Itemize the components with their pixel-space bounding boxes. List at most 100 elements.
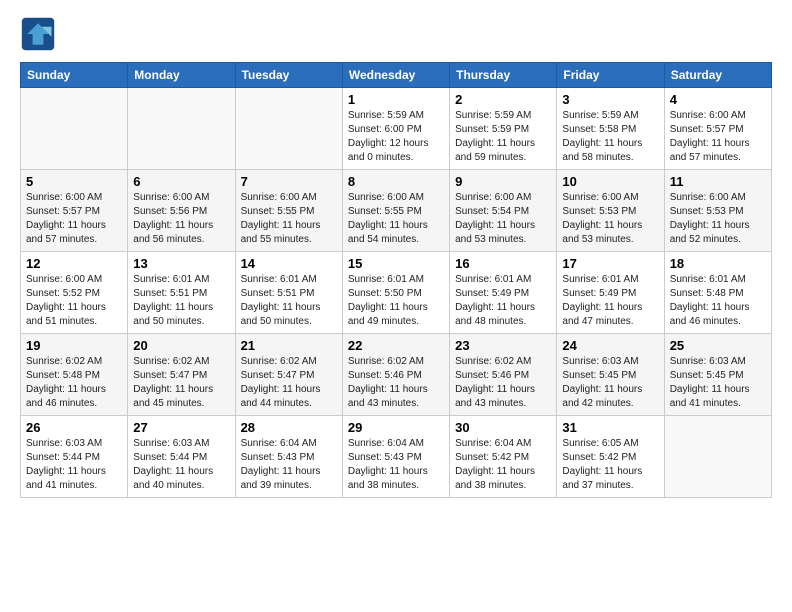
calendar-cell: 28 Sunrise: 6:04 AM Sunset: 5:43 PM Dayli… <box>235 416 342 498</box>
day-header-thursday: Thursday <box>450 63 557 88</box>
day-header-tuesday: Tuesday <box>235 63 342 88</box>
calendar-cell: 25 Sunrise: 6:03 AM Sunset: 5:45 PM Dayli… <box>664 334 771 416</box>
day-number: 31 <box>562 420 658 435</box>
day-number: 23 <box>455 338 551 353</box>
cell-info: Sunrise: 6:02 AM Sunset: 5:46 PM Dayligh… <box>348 355 444 411</box>
day-number: 30 <box>455 420 551 435</box>
calendar-cell: 21 Sunrise: 6:02 AM Sunset: 5:47 PM Dayli… <box>235 334 342 416</box>
cell-info: Sunrise: 6:01 AM Sunset: 5:49 PM Dayligh… <box>562 273 658 329</box>
day-header-sunday: Sunday <box>21 63 128 88</box>
day-number: 20 <box>133 338 229 353</box>
calendar-cell <box>21 88 128 170</box>
day-number: 18 <box>670 256 766 271</box>
day-number: 27 <box>133 420 229 435</box>
calendar-cell: 20 Sunrise: 6:02 AM Sunset: 5:47 PM Dayli… <box>128 334 235 416</box>
cell-info: Sunrise: 6:02 AM Sunset: 5:48 PM Dayligh… <box>26 355 122 411</box>
day-number: 19 <box>26 338 122 353</box>
day-number: 6 <box>133 174 229 189</box>
day-number: 7 <box>241 174 337 189</box>
day-number: 21 <box>241 338 337 353</box>
cell-info: Sunrise: 6:03 AM Sunset: 5:44 PM Dayligh… <box>133 437 229 493</box>
day-number: 3 <box>562 92 658 107</box>
day-number: 15 <box>348 256 444 271</box>
cell-info: Sunrise: 6:01 AM Sunset: 5:48 PM Dayligh… <box>670 273 766 329</box>
calendar-cell: 19 Sunrise: 6:02 AM Sunset: 5:48 PM Dayli… <box>21 334 128 416</box>
calendar-cell: 2Sunrise: 5:59 AM Sunset: 5:59 PM Daylig… <box>450 88 557 170</box>
day-number: 13 <box>133 256 229 271</box>
day-number: 8 <box>348 174 444 189</box>
cell-info: Sunrise: 6:04 AM Sunset: 5:43 PM Dayligh… <box>241 437 337 493</box>
calendar-week-row: 1Sunrise: 5:59 AM Sunset: 6:00 PM Daylig… <box>21 88 772 170</box>
cell-info: Sunrise: 6:02 AM Sunset: 5:47 PM Dayligh… <box>241 355 337 411</box>
cell-info: Sunrise: 6:05 AM Sunset: 5:42 PM Dayligh… <box>562 437 658 493</box>
cell-info: Sunrise: 6:04 AM Sunset: 5:42 PM Dayligh… <box>455 437 551 493</box>
calendar-cell: 10 Sunrise: 6:00 AM Sunset: 5:53 PM Dayli… <box>557 170 664 252</box>
calendar-header-row: SundayMondayTuesdayWednesdayThursdayFrid… <box>21 63 772 88</box>
cell-info: Sunrise: 6:01 AM Sunset: 5:49 PM Dayligh… <box>455 273 551 329</box>
page-container: SundayMondayTuesdayWednesdayThursdayFrid… <box>0 0 792 508</box>
day-number: 5 <box>26 174 122 189</box>
logo <box>20 16 60 52</box>
calendar-cell: 22 Sunrise: 6:02 AM Sunset: 5:46 PM Dayli… <box>342 334 449 416</box>
day-number: 26 <box>26 420 122 435</box>
calendar-cell: 26 Sunrise: 6:03 AM Sunset: 5:44 PM Dayli… <box>21 416 128 498</box>
calendar-cell: 30 Sunrise: 6:04 AM Sunset: 5:42 PM Dayli… <box>450 416 557 498</box>
calendar-cell: 18 Sunrise: 6:01 AM Sunset: 5:48 PM Dayli… <box>664 252 771 334</box>
cell-info: Sunrise: 6:03 AM Sunset: 5:44 PM Dayligh… <box>26 437 122 493</box>
cell-info: Sunrise: 6:03 AM Sunset: 5:45 PM Dayligh… <box>562 355 658 411</box>
calendar-cell: 13 Sunrise: 6:01 AM Sunset: 5:51 PM Dayli… <box>128 252 235 334</box>
cell-info: Sunrise: 6:00 AM Sunset: 5:53 PM Dayligh… <box>670 191 766 247</box>
cell-info: Sunrise: 5:59 AM Sunset: 5:59 PM Dayligh… <box>455 109 551 165</box>
calendar-cell: 11 Sunrise: 6:00 AM Sunset: 5:53 PM Dayli… <box>664 170 771 252</box>
cell-info: Sunrise: 5:59 AM Sunset: 5:58 PM Dayligh… <box>562 109 658 165</box>
logo-icon <box>20 16 56 52</box>
calendar-cell: 6 Sunrise: 6:00 AM Sunset: 5:56 PM Daylig… <box>128 170 235 252</box>
cell-info: Sunrise: 6:02 AM Sunset: 5:46 PM Dayligh… <box>455 355 551 411</box>
cell-info: Sunrise: 5:59 AM Sunset: 6:00 PM Dayligh… <box>348 109 444 165</box>
cell-info: Sunrise: 6:02 AM Sunset: 5:47 PM Dayligh… <box>133 355 229 411</box>
calendar-cell: 5Sunrise: 6:00 AM Sunset: 5:57 PM Daylig… <box>21 170 128 252</box>
calendar-cell <box>664 416 771 498</box>
cell-info: Sunrise: 6:01 AM Sunset: 5:50 PM Dayligh… <box>348 273 444 329</box>
calendar-cell: 9 Sunrise: 6:00 AM Sunset: 5:54 PM Daylig… <box>450 170 557 252</box>
cell-info: Sunrise: 6:00 AM Sunset: 5:57 PM Dayligh… <box>670 109 766 165</box>
calendar-week-row: 26 Sunrise: 6:03 AM Sunset: 5:44 PM Dayli… <box>21 416 772 498</box>
cell-info: Sunrise: 6:01 AM Sunset: 5:51 PM Dayligh… <box>241 273 337 329</box>
day-header-saturday: Saturday <box>664 63 771 88</box>
day-number: 28 <box>241 420 337 435</box>
cell-info: Sunrise: 6:00 AM Sunset: 5:54 PM Dayligh… <box>455 191 551 247</box>
calendar-table: SundayMondayTuesdayWednesdayThursdayFrid… <box>20 62 772 498</box>
calendar-cell: 29 Sunrise: 6:04 AM Sunset: 5:43 PM Dayli… <box>342 416 449 498</box>
day-number: 10 <box>562 174 658 189</box>
cell-info: Sunrise: 6:04 AM Sunset: 5:43 PM Dayligh… <box>348 437 444 493</box>
calendar-week-row: 19 Sunrise: 6:02 AM Sunset: 5:48 PM Dayli… <box>21 334 772 416</box>
day-number: 25 <box>670 338 766 353</box>
day-number: 4 <box>670 92 766 107</box>
cell-info: Sunrise: 6:00 AM Sunset: 5:53 PM Dayligh… <box>562 191 658 247</box>
calendar-cell: 3 Sunrise: 5:59 AM Sunset: 5:58 PM Daylig… <box>557 88 664 170</box>
day-number: 11 <box>670 174 766 189</box>
day-number: 22 <box>348 338 444 353</box>
day-number: 16 <box>455 256 551 271</box>
calendar-cell: 27 Sunrise: 6:03 AM Sunset: 5:44 PM Dayli… <box>128 416 235 498</box>
calendar-week-row: 12Sunrise: 6:00 AM Sunset: 5:52 PM Dayli… <box>21 252 772 334</box>
day-number: 29 <box>348 420 444 435</box>
day-header-wednesday: Wednesday <box>342 63 449 88</box>
day-number: 17 <box>562 256 658 271</box>
cell-info: Sunrise: 6:00 AM Sunset: 5:55 PM Dayligh… <box>241 191 337 247</box>
calendar-cell: 14Sunrise: 6:01 AM Sunset: 5:51 PM Dayli… <box>235 252 342 334</box>
cell-info: Sunrise: 6:03 AM Sunset: 5:45 PM Dayligh… <box>670 355 766 411</box>
cell-info: Sunrise: 6:01 AM Sunset: 5:51 PM Dayligh… <box>133 273 229 329</box>
day-number: 9 <box>455 174 551 189</box>
calendar-cell: 12Sunrise: 6:00 AM Sunset: 5:52 PM Dayli… <box>21 252 128 334</box>
calendar-cell: 31 Sunrise: 6:05 AM Sunset: 5:42 PM Dayli… <box>557 416 664 498</box>
day-header-monday: Monday <box>128 63 235 88</box>
calendar-week-row: 5Sunrise: 6:00 AM Sunset: 5:57 PM Daylig… <box>21 170 772 252</box>
cell-info: Sunrise: 6:00 AM Sunset: 5:56 PM Dayligh… <box>133 191 229 247</box>
calendar-cell: 23 Sunrise: 6:02 AM Sunset: 5:46 PM Dayli… <box>450 334 557 416</box>
header <box>20 16 772 52</box>
calendar-cell <box>235 88 342 170</box>
calendar-cell: 24Sunrise: 6:03 AM Sunset: 5:45 PM Dayli… <box>557 334 664 416</box>
calendar-cell <box>128 88 235 170</box>
day-header-friday: Friday <box>557 63 664 88</box>
